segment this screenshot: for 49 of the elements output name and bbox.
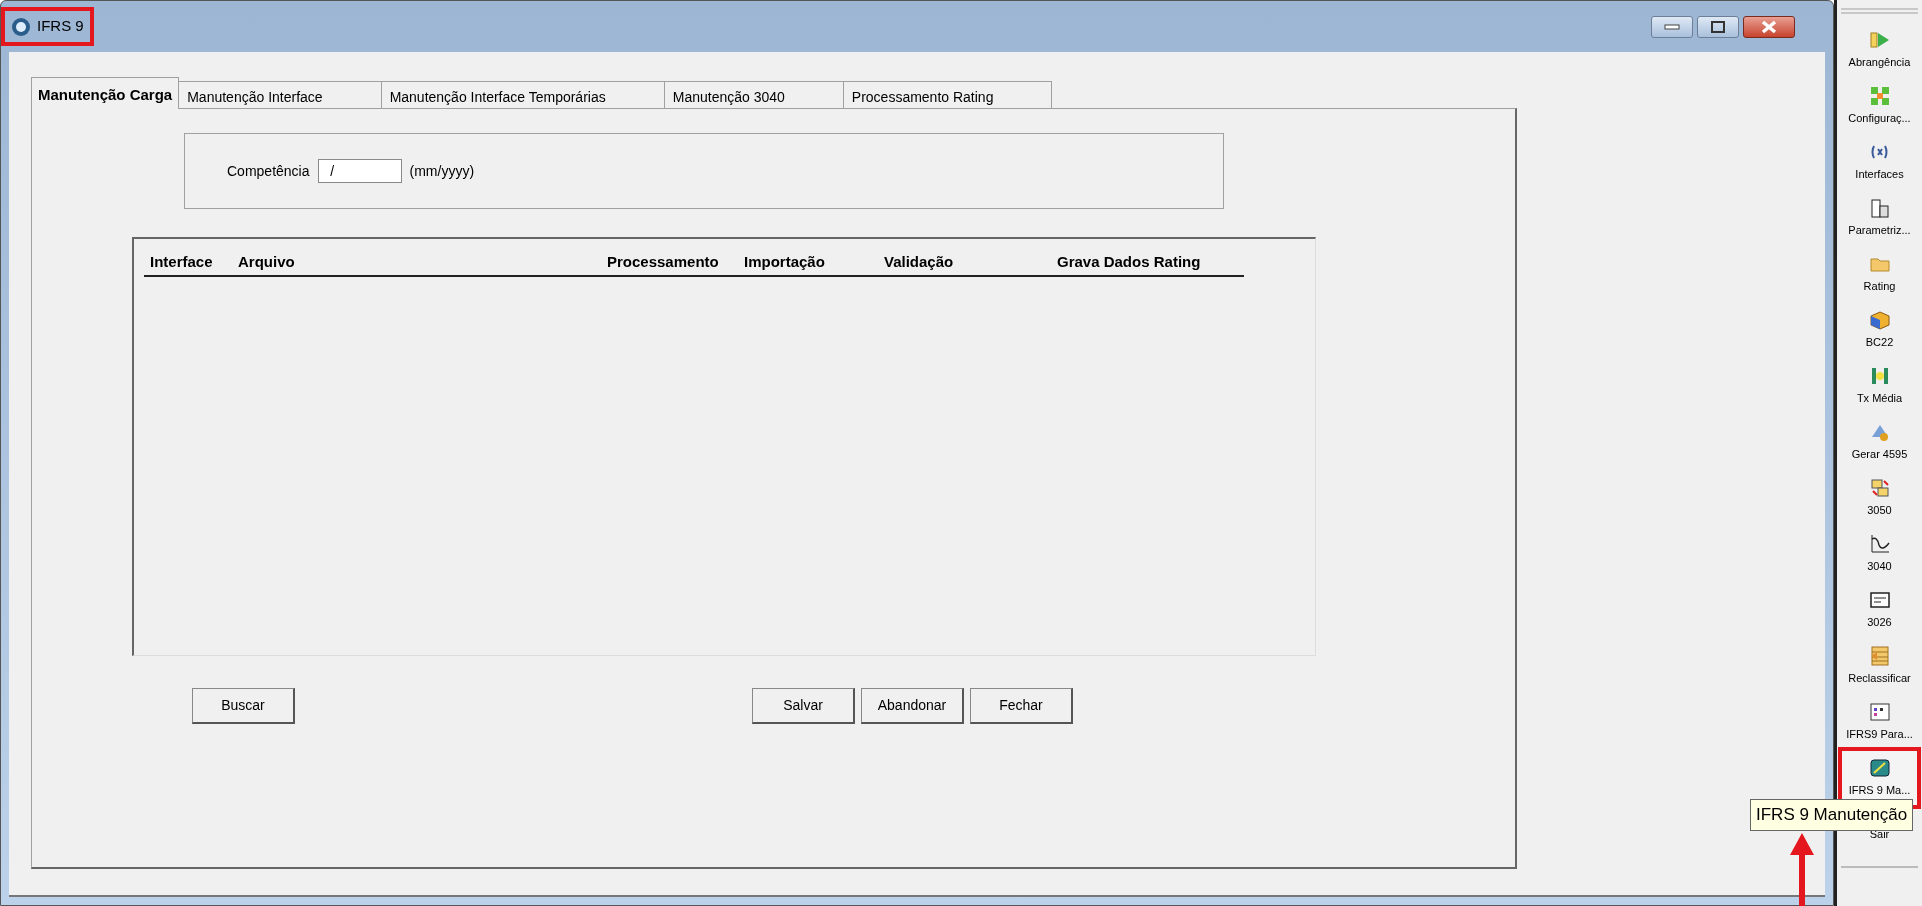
date-field[interactable]: / (317, 159, 402, 183)
swap-icon (1868, 477, 1891, 500)
cube-icon (1868, 309, 1891, 332)
tab[interactable]: Processamento Rating (842, 81, 1053, 108)
column-header: Importação (744, 252, 825, 272)
toolbar-item[interactable]: Abrangência (1841, 22, 1918, 78)
push-button[interactable]: Abandonar (861, 688, 964, 724)
column-header: Interface (150, 252, 213, 272)
push-button[interactable]: Fechar (970, 688, 1073, 724)
close-button[interactable] (1743, 15, 1795, 38)
grid-icon (1868, 85, 1891, 108)
toolbar-item[interactable]: Interfaces (1841, 134, 1918, 190)
toolbar-item[interactable]: Rating (1841, 246, 1918, 302)
tooltip: IFRS 9 Manutenção (1750, 799, 1914, 831)
tab[interactable]: Manutenção Carga (31, 77, 180, 109)
competencia-label: Competência (227, 161, 310, 181)
maximize-button[interactable] (1697, 15, 1739, 38)
toolbar-item[interactable]: Tx Média (1841, 358, 1918, 414)
column-header: Processamento (607, 252, 719, 272)
toolbar-item[interactable]: BC22 (1841, 302, 1918, 358)
title-text: IFRS 9 (37, 16, 84, 37)
building-icon (1868, 197, 1891, 220)
list-icon (1868, 645, 1891, 668)
maximize-icon (1711, 20, 1725, 33)
format-hint: (mm/yyyy) (409, 161, 475, 181)
toolbar-item[interactable]: IFRS9 Para... (1841, 694, 1918, 750)
column-header: Arquivo (238, 252, 295, 272)
tab[interactable]: Manutenção Interface Temporárias (380, 81, 665, 108)
app-icon (11, 16, 31, 37)
toolbar-item[interactable]: Gerar 4595 (1841, 414, 1918, 470)
toolbar-item[interactable]: Parametriz... (1841, 190, 1918, 246)
toolbar-item[interactable]: Configuraç... (1841, 78, 1918, 134)
minimize-button[interactable] (1651, 15, 1693, 38)
column-header: Validação (884, 252, 954, 272)
column-header: Grava Dados Rating (1057, 252, 1201, 272)
toolbar-item[interactable]: 3040 (1841, 526, 1918, 582)
curve-icon (1868, 533, 1891, 556)
toolbar-item[interactable]: 3026 (1841, 582, 1918, 638)
close-icon (1760, 19, 1778, 34)
toolbar-item[interactable]: Reclassificar (1841, 638, 1918, 694)
push-button[interactable]: Buscar (192, 688, 295, 724)
toolbar-item[interactable]: 3050 (1841, 470, 1918, 526)
tab[interactable]: Manutenção Interface (178, 81, 382, 108)
table-icon (1868, 701, 1891, 724)
toolbar-item[interactable]: IFRS 9 Ma... (1841, 750, 1918, 806)
tab[interactable]: Manutenção 3040 (663, 81, 844, 108)
minimize-icon (1664, 23, 1680, 30)
chart-icon (1868, 757, 1891, 780)
push-button[interactable]: Salvar (752, 688, 855, 724)
